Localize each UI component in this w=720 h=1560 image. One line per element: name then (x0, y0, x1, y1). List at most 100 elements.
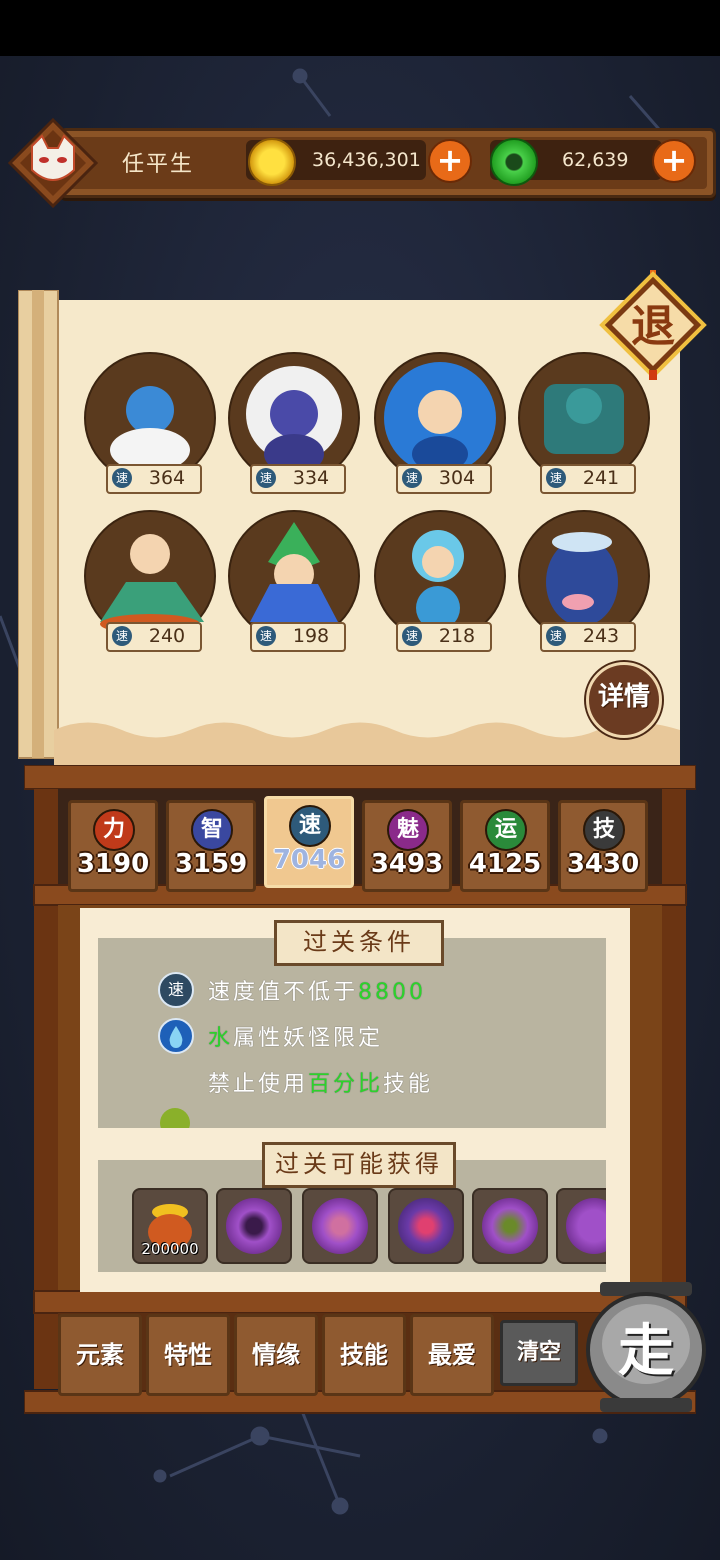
condition-skill: 禁止使用百分比技能 (208, 1066, 433, 1098)
attr-value: 3190 (76, 849, 150, 879)
speed-icon: 速 (158, 972, 194, 1008)
hero-figure-icon (384, 362, 496, 474)
speed-icon: 速 (289, 805, 331, 847)
hero-slot-1[interactable]: 速 364 (84, 352, 216, 494)
reward-orb[interactable] (472, 1188, 548, 1264)
hero-slot-3[interactable]: 速 304 (374, 352, 506, 494)
hero-figure-icon (250, 522, 338, 622)
attr-value: 7046 (272, 845, 346, 875)
condition-speed: 速度值不低于8800 (208, 974, 426, 1006)
condition-highlight: 8800 (358, 980, 427, 1005)
speed-icon: 速 (402, 468, 422, 488)
hero-speed-tag: 速 364 (106, 464, 202, 494)
skill-icon: 技 (583, 809, 625, 851)
attr-speed-tab[interactable]: 速 7046 (264, 796, 354, 888)
speed-icon: 速 (402, 626, 422, 646)
status-bar (0, 0, 720, 56)
condition-element: 水属性妖怪限定 (208, 1020, 383, 1052)
player-name: 任平生 (122, 152, 195, 177)
hero-slot-5[interactable]: 速 240 (84, 510, 216, 652)
reward-orb[interactable] (388, 1188, 464, 1264)
tab-bond[interactable]: 情缘 (234, 1314, 318, 1396)
gold-amount: 36,436,301 (312, 149, 421, 171)
tab-element[interactable]: 元素 (58, 1314, 142, 1396)
rewards-title: 过关可能获得 (262, 1142, 456, 1188)
condition-text: 禁止使用 (208, 1072, 309, 1097)
hero-speed-value: 364 (148, 467, 186, 489)
attr-luck-tab[interactable]: 运 4125 (460, 800, 550, 892)
tab-trait[interactable]: 特性 (146, 1314, 230, 1396)
hero-slot-7[interactable]: 速 218 (374, 510, 506, 652)
attr-skill-tab[interactable]: 技 3430 (558, 800, 648, 892)
hero-speed-value: 334 (292, 467, 330, 489)
hero-speed-tag: 速 198 (250, 622, 346, 652)
hero-slot-4[interactable]: 速 241 (518, 352, 650, 494)
purple-orb-icon (312, 1198, 368, 1254)
hero-speed-value: 218 (438, 625, 476, 647)
intellect-icon: 智 (191, 809, 233, 851)
jade-amount: 62,639 (562, 149, 629, 171)
hero-slot-8[interactable]: 速 243 (518, 510, 650, 652)
attr-intellect-tab[interactable]: 智 3159 (166, 800, 256, 892)
tab-skill[interactable]: 技能 (322, 1314, 406, 1396)
hero-figure-icon (546, 532, 618, 626)
condition-partial-icon (160, 1108, 190, 1128)
jade-coin-icon (490, 138, 538, 186)
attr-value: 3159 (174, 849, 248, 879)
attr-value: 4125 (468, 849, 542, 879)
player-avatar[interactable] (8, 118, 98, 208)
attr-value: 3493 (370, 849, 444, 879)
condition-text: 技能 (383, 1072, 434, 1097)
speed-icon: 速 (256, 626, 276, 646)
water-drop-icon (158, 1018, 194, 1054)
condition-highlight: 水 (208, 1026, 234, 1051)
reward-orb[interactable] (556, 1188, 606, 1264)
strength-icon: 力 (93, 809, 135, 851)
hero-figure-icon (412, 530, 464, 630)
condition-text: 属性妖怪限定 (233, 1026, 384, 1051)
reward-orb[interactable] (302, 1188, 378, 1264)
hero-speed-tag: 速 218 (396, 622, 492, 652)
gold-coin-icon (248, 138, 296, 186)
speed-icon: 速 (256, 468, 276, 488)
purple-orb-icon (226, 1198, 282, 1254)
exit-label: 退 (631, 301, 675, 352)
go-label: 走 (618, 1319, 674, 1384)
clear-button[interactable]: 清空 (500, 1320, 578, 1386)
detail-label: 详情 (597, 682, 650, 712)
hero-speed-tag: 速 241 (540, 464, 636, 494)
hero-slot-6[interactable]: 速 198 (228, 510, 360, 652)
add-jade-button[interactable]: + (652, 139, 696, 183)
hero-figure-icon (110, 386, 190, 472)
attr-charm-tab[interactable]: 魅 3493 (362, 800, 452, 892)
condition-highlight: 百分比 (308, 1072, 384, 1097)
hero-speed-tag: 速 304 (396, 464, 492, 494)
reward-quantity: 200000 (141, 1240, 199, 1258)
attr-value: 3430 (566, 849, 640, 879)
charm-icon: 魅 (387, 809, 429, 851)
hero-speed-value: 304 (438, 467, 476, 489)
conditions-title: 过关条件 (274, 920, 444, 966)
purple-orb-icon (482, 1198, 538, 1254)
reward-orb[interactable] (216, 1188, 292, 1264)
condition-text: 速度值不低于 (208, 980, 359, 1005)
speed-icon: 速 (112, 468, 132, 488)
hero-speed-value: 240 (148, 625, 186, 647)
hero-speed-tag: 速 240 (106, 622, 202, 652)
hero-speed-value: 241 (582, 467, 620, 489)
hero-speed-tag: 速 334 (250, 464, 346, 494)
hero-figure-icon (246, 366, 342, 474)
attr-strength-tab[interactable]: 力 3190 (68, 800, 158, 892)
hero-speed-value: 243 (582, 625, 620, 647)
purple-orb-icon (566, 1198, 606, 1254)
add-gold-button[interactable]: + (428, 139, 472, 183)
hero-slot-2[interactable]: 速 334 (228, 352, 360, 494)
hero-speed-value: 198 (292, 625, 330, 647)
reward-gold-pot[interactable]: 200000 (132, 1188, 208, 1264)
speed-icon: 速 (546, 468, 566, 488)
hero-figure-icon (544, 384, 624, 454)
hero-speed-tag: 速 243 (540, 622, 636, 652)
tab-favorite[interactable]: 最爱 (410, 1314, 494, 1396)
speed-icon: 速 (112, 626, 132, 646)
purple-orb-icon (398, 1198, 454, 1254)
